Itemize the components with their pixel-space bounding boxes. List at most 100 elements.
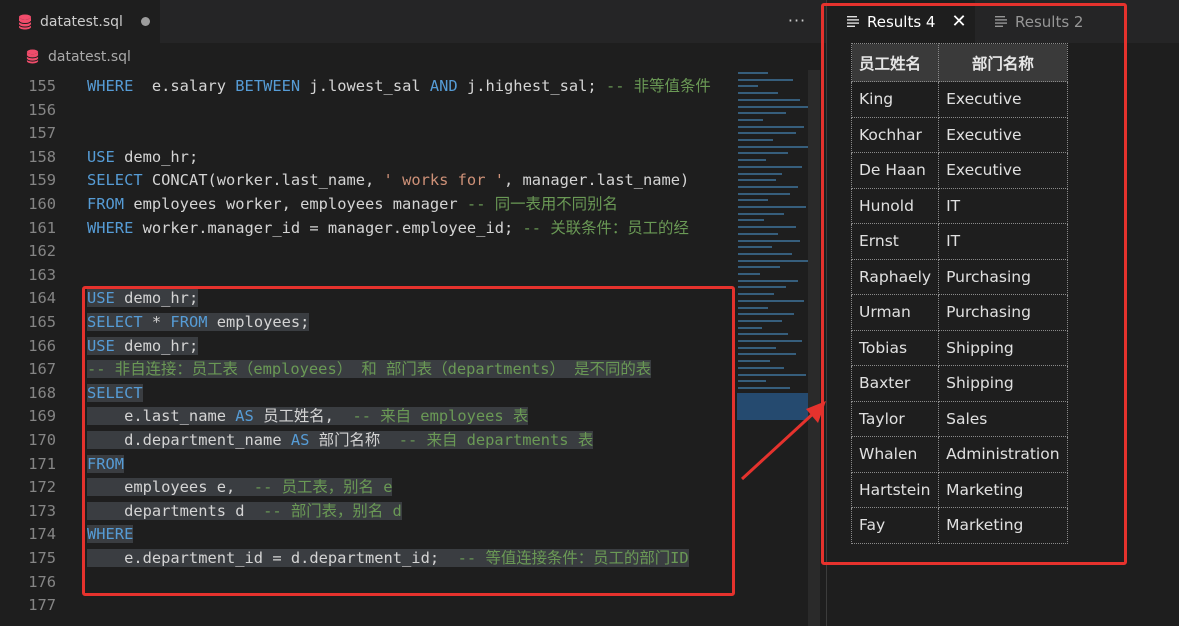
unsaved-dot-icon[interactable] (140, 17, 150, 26)
editor-pane: datatest.sql ··· datatest.sql 155 WHERE e… (0, 0, 826, 626)
code-line[interactable]: 176 (0, 571, 735, 595)
code-token: WHERE (87, 77, 134, 95)
code-line[interactable]: 166 USE demo_hr; (0, 335, 735, 359)
table-row[interactable]: Hartstein Marketing (850, 471, 1068, 508)
minimap-line (738, 266, 780, 269)
minimap-line (738, 165, 802, 168)
code-line[interactable]: 170 d.department_name AS 部门名称 -- 来自 depa… (0, 429, 735, 453)
table-row[interactable]: Raphaely Purchasing (850, 258, 1068, 295)
table-row[interactable]: Hunold IT (850, 187, 1068, 224)
cell-department-name[interactable]: IT (938, 223, 1068, 260)
minimap-line (738, 125, 804, 128)
editor-tab-datatest[interactable]: datatest.sql (0, 0, 160, 43)
code-line[interactable]: 167 -- 非自连接：员工表（employees） 和 部门表（departme… (0, 358, 735, 382)
minimap-line (738, 179, 776, 182)
cell-employee-name[interactable]: De Haan (850, 152, 940, 189)
table-row[interactable]: Urman Purchasing (850, 294, 1068, 331)
cell-employee-name[interactable]: Ernst (850, 223, 940, 260)
cell-department-name[interactable]: Sales (938, 400, 1068, 437)
line-number: 163 (28, 265, 56, 284)
cell-department-name[interactable]: Executive (938, 81, 1068, 118)
tab-results-4[interactable]: Results 4 ✕ (827, 0, 975, 43)
cell-employee-name[interactable]: Urman (850, 294, 940, 331)
code-token: -- 非等值条件 (605, 77, 711, 95)
code-token: j.lowest_sal (300, 77, 430, 95)
line-number: 175 (28, 549, 56, 567)
code-token: 员工姓名, (253, 407, 353, 426)
cell-employee-name[interactable]: King (850, 81, 940, 118)
code-line[interactable]: 157 (0, 122, 735, 146)
cell-employee-name[interactable]: Raphaely (850, 258, 940, 295)
table-row[interactable]: King Executive (850, 81, 1068, 118)
code-token: USE (87, 289, 115, 308)
column-header-employee-name[interactable]: 员工姓名 (850, 43, 940, 82)
cell-department-name[interactable]: Marketing (938, 471, 1068, 508)
table-row[interactable]: Kochhar Executive (850, 116, 1068, 153)
code-line[interactable]: 168 SELECT (0, 382, 735, 406)
code-line[interactable]: 159 SELECT CONCAT(worker.last_name, ' wor… (0, 169, 735, 193)
tab-results-2[interactable]: Results 2 (985, 0, 1105, 43)
minimap-line (738, 333, 788, 336)
vertical-scrollbar[interactable] (808, 70, 820, 626)
minimap-line (738, 353, 796, 356)
column-header-department-name[interactable]: 部门名称 (938, 43, 1068, 82)
code-line[interactable]: 164 USE demo_hr; (0, 287, 735, 311)
code-line[interactable]: 169 e.last_name AS 员工姓名, -- 来自 employees… (0, 405, 735, 429)
cell-department-name[interactable]: Purchasing (938, 258, 1068, 295)
code-text: e.department_id = d.department_id; -- 等值… (87, 547, 689, 571)
cell-department-name[interactable]: Executive (938, 116, 1068, 153)
code-line[interactable]: 155 WHERE e.salary BETWEEN j.lowest_sal A… (0, 75, 735, 99)
cell-department-name[interactable]: Executive (938, 152, 1068, 189)
cell-employee-name[interactable]: Kochhar (850, 116, 940, 153)
code-line[interactable]: 171 FROM (0, 453, 735, 477)
table-row[interactable]: De Haan Executive (850, 152, 1068, 189)
table-row[interactable]: Fay Marketing (850, 507, 1068, 544)
cell-employee-name[interactable]: Baxter (850, 365, 940, 402)
close-icon[interactable]: ✕ (951, 12, 966, 31)
cell-department-name[interactable]: Administration (938, 436, 1068, 473)
code-line[interactable]: 165 SELECT * FROM employees; (0, 311, 735, 335)
table-row[interactable]: Whalen Administration (850, 436, 1068, 473)
code-line[interactable]: 158 USE demo_hr; (0, 146, 735, 170)
table-row[interactable]: Baxter Shipping (850, 365, 1068, 402)
table-row[interactable]: Tobias Shipping (850, 329, 1068, 366)
code-line[interactable]: 175 e.department_id = d.department_id; -… (0, 547, 735, 571)
cell-employee-name[interactable]: Hartstein (850, 471, 940, 508)
cell-department-name[interactable]: IT (938, 187, 1068, 224)
code-line[interactable]: 173 departments d -- 部门表，别名 d (0, 500, 735, 524)
results-table[interactable]: 员工姓名 部门名称 King Executive Kochhar Executive D… (850, 43, 1068, 544)
code-line[interactable]: 163 (0, 264, 735, 288)
code-line[interactable]: 160 FROM employees worker, employees mana… (0, 193, 735, 217)
minimap-line (738, 232, 778, 235)
cell-department-name[interactable]: Shipping (938, 365, 1068, 402)
code-line[interactable]: 172 employees e, -- 员工表，别名 e (0, 476, 735, 500)
cell-employee-name[interactable]: Tobias (850, 329, 940, 366)
cell-department-name[interactable]: Purchasing (938, 294, 1068, 331)
cell-employee-name[interactable]: Fay (850, 507, 940, 544)
minimap-line (738, 172, 782, 175)
code-line[interactable]: 177 (0, 594, 735, 618)
line-number: 174 (28, 525, 56, 544)
more-actions-icon[interactable]: ··· (786, 10, 808, 32)
table-row[interactable]: Taylor Sales (850, 400, 1068, 437)
code-line[interactable]: 162 (0, 240, 735, 264)
code-line[interactable]: 156 (0, 99, 735, 123)
code-token: SELECT (87, 383, 143, 402)
code-token: demo_hr; (114, 147, 199, 166)
cell-department-name[interactable]: Marketing (938, 507, 1068, 544)
cell-employee-name[interactable]: Taylor (850, 400, 940, 437)
code-token: e.salary (133, 77, 236, 95)
code-token: e.last_name (87, 407, 236, 426)
minimap-line (738, 85, 758, 88)
line-number: 162 (28, 242, 56, 261)
code-token: -- 非自连接：员工表（employees） 和 部门表（departments… (87, 360, 652, 379)
cell-employee-name[interactable]: Whalen (850, 436, 940, 473)
code-line[interactable]: 161 WHERE worker.manager_id = manager.emp… (0, 217, 735, 241)
code-text: FROM (87, 453, 125, 477)
code-editor[interactable]: 155 WHERE e.salary BETWEEN j.lowest_sal A… (0, 58, 735, 626)
cell-employee-name[interactable]: Hunold (850, 187, 940, 224)
cell-department-name[interactable]: Shipping (938, 329, 1068, 366)
minimap-viewport[interactable] (737, 393, 819, 420)
table-row[interactable]: Ernst IT (850, 223, 1068, 260)
code-line[interactable]: 174 WHERE (0, 523, 735, 547)
